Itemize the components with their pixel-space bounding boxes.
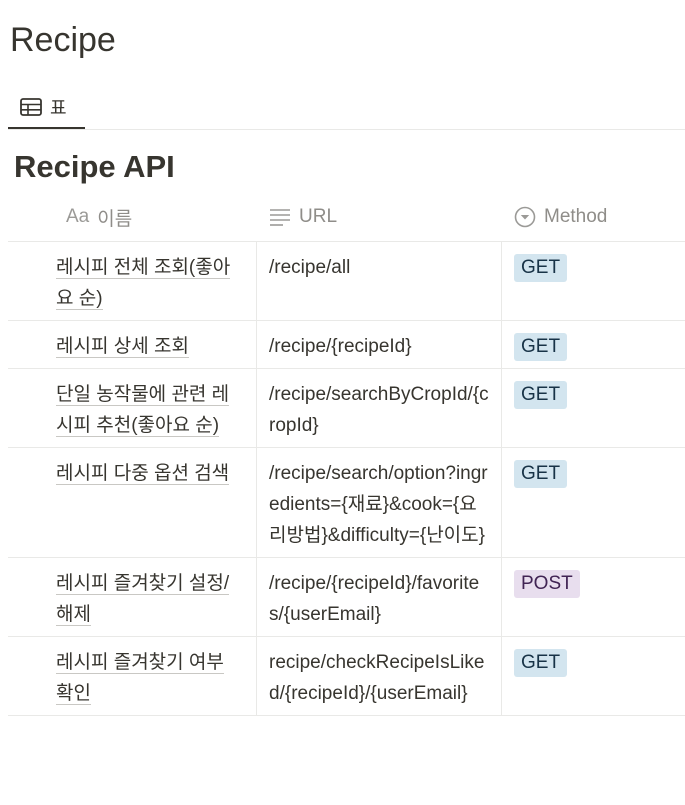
column-header-url[interactable]: URL bbox=[256, 193, 501, 241]
row-title[interactable]: 레시피 전체 조회(좋아요 순) bbox=[56, 257, 231, 310]
method-badge: POST bbox=[514, 570, 580, 598]
table-row[interactable]: 레시피 상세 조회 /recipe/{recipeId} GET bbox=[8, 321, 685, 369]
row-title[interactable]: 레시피 다중 옵션 검색 bbox=[56, 463, 230, 485]
notion-page: Recipe 표 Recipe API Aa 이름 URL Method 레시피… bbox=[0, 0, 685, 805]
row-title[interactable]: 레시피 상세 조회 bbox=[56, 336, 189, 358]
column-header-name[interactable]: Aa 이름 bbox=[8, 193, 256, 241]
table-icon bbox=[20, 97, 42, 116]
url-cell[interactable]: recipe/checkRecipeIsLiked/{recipeId}/{us… bbox=[256, 637, 501, 715]
method-cell[interactable]: POST bbox=[501, 558, 685, 636]
row-title[interactable]: 단일 농작물에 관련 레시피 추천(좋아요 순) bbox=[56, 384, 230, 437]
method-cell[interactable]: GET bbox=[501, 369, 685, 447]
text-property-icon bbox=[269, 208, 291, 226]
tab-table-view-label: 표 bbox=[50, 97, 67, 118]
method-cell[interactable]: GET bbox=[501, 321, 685, 368]
column-header-name-label: 이름 bbox=[97, 208, 133, 230]
url-cell[interactable]: /recipe/{recipeId}/favorites/{userEmail} bbox=[256, 558, 501, 636]
row-title[interactable]: 레시피 즐겨찾기 설정/해제 bbox=[56, 573, 230, 626]
method-cell[interactable]: GET bbox=[501, 637, 685, 715]
title-property-icon: Aa bbox=[66, 206, 90, 227]
url-cell[interactable]: /recipe/{recipeId} bbox=[256, 321, 501, 368]
select-property-icon bbox=[514, 206, 536, 228]
page-title: Recipe bbox=[10, 21, 116, 59]
method-badge: GET bbox=[514, 333, 568, 361]
database-title[interactable]: Recipe API bbox=[14, 147, 175, 187]
url-cell[interactable]: /recipe/search/option?ingredients={재료}&c… bbox=[256, 448, 501, 557]
table-row[interactable]: 레시피 즐겨찾기 설정/해제 /recipe/{recipeId}/favori… bbox=[8, 558, 685, 637]
row-title[interactable]: 레시피 즐겨찾기 여부 확인 bbox=[56, 652, 224, 705]
tabs-divider bbox=[8, 129, 685, 130]
column-header-url-label: URL bbox=[299, 206, 338, 227]
method-badge: GET bbox=[514, 254, 568, 282]
url-cell[interactable]: /recipe/searchByCropId/{cropId} bbox=[256, 369, 501, 447]
method-badge: GET bbox=[514, 460, 568, 488]
database-table: Aa 이름 URL Method 레시피 전체 조회(좋아요 순) /recip… bbox=[8, 193, 685, 716]
method-badge: GET bbox=[514, 649, 568, 677]
table-header: Aa 이름 URL Method bbox=[8, 193, 685, 242]
column-header-method-label: Method bbox=[544, 206, 608, 227]
table-row[interactable]: 레시피 다중 옵션 검색 /recipe/search/option?ingre… bbox=[8, 448, 685, 558]
table-row[interactable]: 레시피 전체 조회(좋아요 순) /recipe/all GET bbox=[8, 242, 685, 321]
method-badge: GET bbox=[514, 381, 568, 409]
url-cell[interactable]: /recipe/all bbox=[256, 242, 501, 320]
tab-table-view[interactable]: 표 bbox=[8, 86, 85, 129]
table-row[interactable]: 레시피 즐겨찾기 여부 확인 recipe/checkRecipeIsLiked… bbox=[8, 637, 685, 716]
column-header-method[interactable]: Method bbox=[501, 193, 685, 241]
table-row[interactable]: 단일 농작물에 관련 레시피 추천(좋아요 순) /recipe/searchB… bbox=[8, 369, 685, 448]
method-cell[interactable]: GET bbox=[501, 448, 685, 557]
method-cell[interactable]: GET bbox=[501, 242, 685, 320]
